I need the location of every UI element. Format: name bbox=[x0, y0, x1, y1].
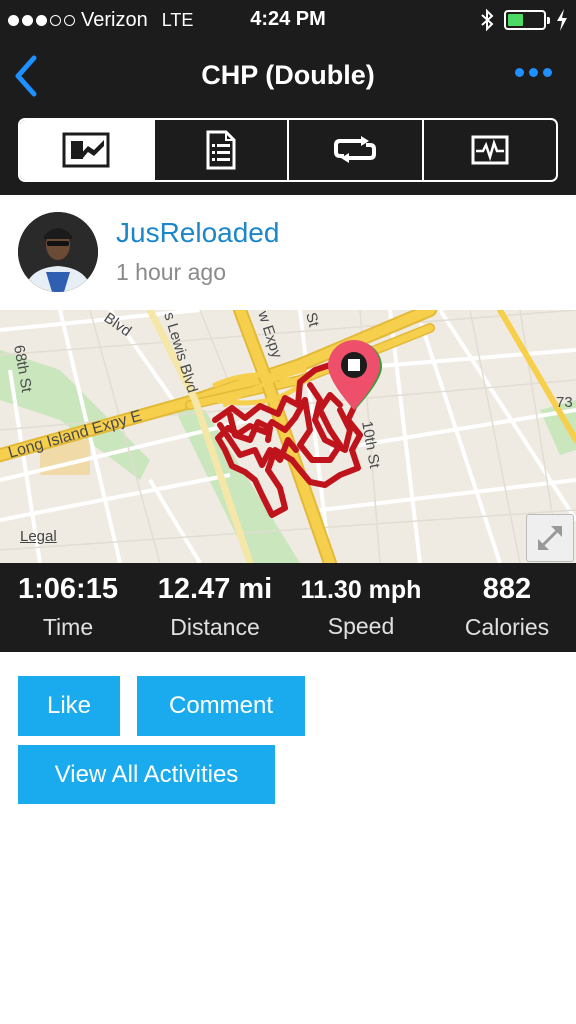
map-canvas: Long Island Expy E s Lewis Blvd Blvd w E… bbox=[0, 310, 576, 563]
stat-time-value: 1:06:15 bbox=[18, 573, 118, 605]
stat-distance-label: Distance bbox=[170, 614, 260, 640]
user-photo-icon bbox=[18, 212, 98, 292]
bluetooth-icon bbox=[481, 8, 494, 32]
stat-distance-value: 12.47 mi bbox=[157, 573, 273, 605]
status-bar: Verizon LTE 4:24 PM bbox=[0, 0, 576, 40]
tab-map[interactable] bbox=[20, 120, 155, 180]
stat-time-label: Time bbox=[42, 614, 94, 640]
battery-level-fill bbox=[508, 14, 524, 26]
activity-header: JusReloaded 1 hour ago bbox=[0, 195, 576, 310]
map-icon bbox=[62, 132, 110, 168]
chevron-left-icon bbox=[15, 55, 37, 97]
laps-loop-icon bbox=[334, 136, 377, 163]
battery-icon bbox=[504, 10, 550, 30]
username-link[interactable]: JusReloaded bbox=[116, 217, 279, 249]
ellipsis-icon bbox=[515, 68, 524, 77]
stat-speed: 11.30 mph Speed bbox=[290, 573, 432, 640]
chart-icon bbox=[471, 135, 509, 165]
back-button[interactable] bbox=[10, 54, 46, 98]
page-title: CHP (Double) bbox=[201, 60, 375, 90]
view-all-activities-button[interactable]: View All Activities bbox=[18, 745, 275, 804]
tab-bar bbox=[0, 116, 576, 195]
navigation-bar: CHP (Double) bbox=[0, 40, 576, 116]
map-legal-link[interactable]: Legal bbox=[20, 528, 57, 545]
activity-stats: 1:06:15 Time 12.47 mi Distance 11.30 mph… bbox=[0, 563, 576, 652]
segmented-control bbox=[18, 118, 558, 182]
charging-bolt-icon bbox=[557, 9, 567, 31]
stat-calories-value: 882 bbox=[482, 573, 532, 605]
details-list-icon bbox=[206, 130, 236, 170]
stat-speed-label: Speed bbox=[327, 613, 395, 639]
tab-laps[interactable] bbox=[289, 120, 424, 180]
tab-details[interactable] bbox=[155, 120, 289, 180]
expand-icon bbox=[537, 525, 563, 551]
expand-map-button[interactable] bbox=[526, 514, 574, 562]
map-label-73: 73 bbox=[556, 394, 573, 411]
status-right bbox=[480, 6, 568, 34]
route-map[interactable]: Long Island Expy E s Lewis Blvd Blvd w E… bbox=[0, 310, 576, 563]
avatar[interactable] bbox=[18, 212, 98, 292]
like-button[interactable]: Like bbox=[18, 676, 120, 736]
stat-calories-label: Calories bbox=[464, 614, 550, 640]
stat-distance: 12.47 mi Distance bbox=[145, 573, 285, 641]
stat-time: 1:06:15 Time bbox=[8, 573, 128, 641]
stat-speed-value: 11.30 mph bbox=[300, 576, 422, 604]
comment-button[interactable]: Comment bbox=[137, 676, 305, 736]
activity-timestamp: 1 hour ago bbox=[116, 259, 226, 285]
stat-calories: 882 Calories bbox=[448, 573, 566, 641]
more-options-button[interactable] bbox=[515, 68, 552, 77]
tab-charts[interactable] bbox=[424, 120, 557, 180]
